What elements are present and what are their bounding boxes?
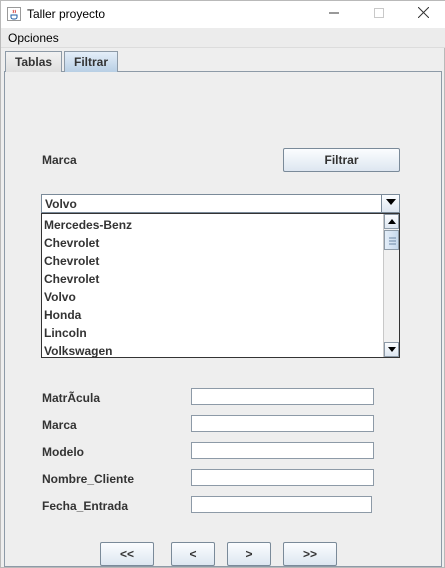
nombre-cliente-field[interactable] bbox=[191, 469, 374, 486]
list-item[interactable]: Lincoln bbox=[44, 324, 87, 342]
modelo-label: Modelo bbox=[42, 445, 84, 459]
last-record-button[interactable]: >> bbox=[283, 542, 337, 566]
scroll-up-button[interactable] bbox=[384, 214, 399, 229]
chevron-up-icon bbox=[387, 219, 396, 224]
fecha-entrada-label: Fecha_Entrada bbox=[42, 499, 129, 513]
list-item[interactable]: Mercedes-Benz bbox=[44, 216, 132, 234]
grip-icon bbox=[389, 237, 396, 245]
marca-label: Marca bbox=[42, 418, 77, 432]
nombre-cliente-label: Nombre_Cliente bbox=[42, 472, 135, 486]
list-item[interactable]: Honda bbox=[44, 306, 81, 324]
combobox-arrow-button[interactable] bbox=[381, 195, 399, 212]
close-icon bbox=[417, 6, 430, 19]
scroll-thumb[interactable] bbox=[384, 230, 399, 250]
combobox-selected-value: Volvo bbox=[45, 197, 77, 211]
matricula-label: MatrÃ­cula bbox=[42, 391, 101, 405]
marca-field[interactable] bbox=[191, 415, 374, 432]
minimize-button[interactable] bbox=[311, 1, 356, 28]
next-record-button[interactable]: > bbox=[227, 542, 271, 566]
list-item[interactable]: Chevrolet bbox=[44, 270, 99, 288]
tab-filtrar[interactable]: Filtrar bbox=[64, 51, 118, 72]
first-record-button[interactable]: << bbox=[100, 542, 154, 566]
filter-marca-label: Marca bbox=[42, 153, 77, 167]
modelo-field[interactable] bbox=[191, 442, 374, 459]
app-window: Taller proyecto Opciones Tablas Filtrar … bbox=[0, 0, 445, 568]
maximize-icon bbox=[373, 8, 384, 18]
menu-bar bbox=[1, 28, 445, 48]
marca-dropdown-list: Mercedes-Benz Chevrolet Chevrolet Chevro… bbox=[41, 213, 400, 358]
previous-record-button[interactable]: < bbox=[171, 542, 215, 566]
tab-tablas[interactable]: Tablas bbox=[5, 51, 62, 72]
close-button[interactable] bbox=[401, 1, 445, 28]
title-bar: Taller proyecto bbox=[1, 1, 445, 28]
chevron-down-icon bbox=[387, 347, 396, 352]
chevron-down-icon bbox=[385, 199, 396, 205]
menu-opciones[interactable]: Opciones bbox=[8, 31, 59, 45]
scroll-down-button[interactable] bbox=[384, 342, 399, 357]
matricula-field[interactable] bbox=[191, 388, 374, 405]
filtrar-button[interactable]: Filtrar bbox=[283, 148, 400, 172]
marca-combobox[interactable]: Volvo bbox=[41, 194, 400, 213]
maximize-button[interactable] bbox=[356, 1, 401, 28]
fecha-entrada-field[interactable] bbox=[191, 496, 372, 513]
dropdown-scrollbar[interactable] bbox=[383, 214, 399, 357]
list-item[interactable]: Chevrolet bbox=[44, 252, 99, 270]
minimize-icon bbox=[328, 12, 339, 14]
window-title: Taller proyecto bbox=[27, 7, 106, 21]
list-item[interactable]: Volvo bbox=[44, 288, 76, 306]
list-item[interactable]: Chevrolet bbox=[44, 234, 99, 252]
list-item[interactable]: Volkswagen bbox=[44, 342, 112, 357]
java-coffee-icon bbox=[7, 7, 21, 21]
